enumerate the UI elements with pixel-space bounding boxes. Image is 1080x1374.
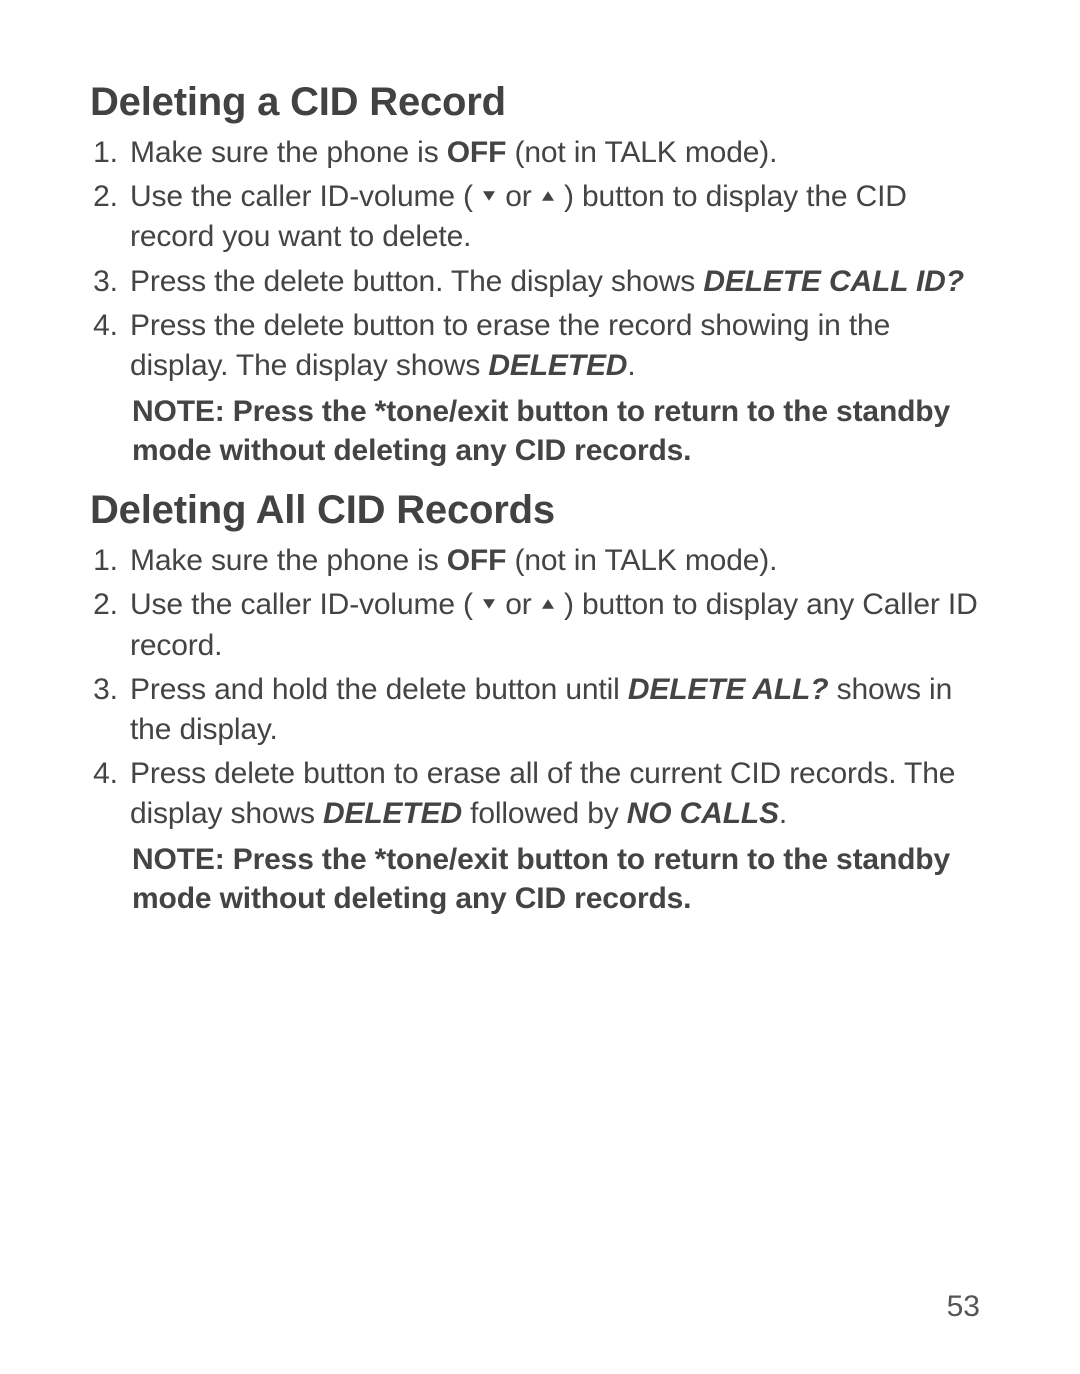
note-text: NOTE: Press the *tone/exit button to ret… (132, 840, 990, 918)
down-triangle-icon (482, 598, 496, 610)
up-triangle-icon (541, 190, 555, 202)
list-item: Use the caller ID-volume ( or ) button t… (126, 177, 990, 257)
step-text: or (497, 588, 540, 621)
step-text: Press and hold the delete button until (130, 673, 628, 706)
list-item: Use the caller ID-volume ( or ) button t… (126, 585, 990, 665)
display-text: DELETE CALL ID? (703, 265, 964, 298)
step-text: Make sure the phone is (130, 544, 447, 577)
bold-off: OFF (447, 544, 507, 577)
step-text: (not in TALK mode). (506, 136, 777, 169)
list-item: Make sure the phone is OFF (not in TALK … (126, 133, 990, 173)
heading-delete-all-cid-records: Deleting All CID Records (90, 488, 990, 533)
list-item: Make sure the phone is OFF (not in TALK … (126, 541, 990, 581)
step-text: followed by (462, 797, 627, 830)
list-item: Press and hold the delete button until D… (126, 670, 990, 750)
step-text: . (627, 349, 635, 382)
step-text: Press the delete button. The display sho… (130, 265, 703, 298)
display-text: NO CALLS (627, 797, 779, 830)
step-text: Use the caller ID-volume ( (130, 588, 473, 621)
up-triangle-icon (541, 598, 555, 610)
steps-delete-all-cid-records: Make sure the phone is OFF (not in TALK … (90, 541, 990, 834)
step-text: (not in TALK mode). (506, 544, 777, 577)
step-text: . (779, 797, 787, 830)
manual-page: Deleting a CID Record Make sure the phon… (0, 0, 1080, 1374)
step-text: Use the caller ID-volume ( (130, 180, 473, 213)
down-triangle-icon (482, 190, 496, 202)
display-text: DELETED (323, 797, 462, 830)
bold-off: OFF (447, 136, 507, 169)
list-item: Press delete button to erase all of the … (126, 754, 990, 834)
note-text: NOTE: Press the *tone/exit button to ret… (132, 392, 990, 470)
display-text: DELETED (488, 349, 627, 382)
list-item: Press the delete button to erase the rec… (126, 306, 990, 386)
display-text: DELETE ALL? (628, 673, 829, 706)
step-text: Make sure the phone is (130, 136, 447, 169)
steps-delete-cid-record: Make sure the phone is OFF (not in TALK … (90, 133, 990, 386)
list-item: Press the delete button. The display sho… (126, 262, 990, 302)
heading-delete-cid-record: Deleting a CID Record (90, 80, 990, 125)
page-number: 53 (947, 1290, 980, 1324)
step-text: or (497, 180, 540, 213)
